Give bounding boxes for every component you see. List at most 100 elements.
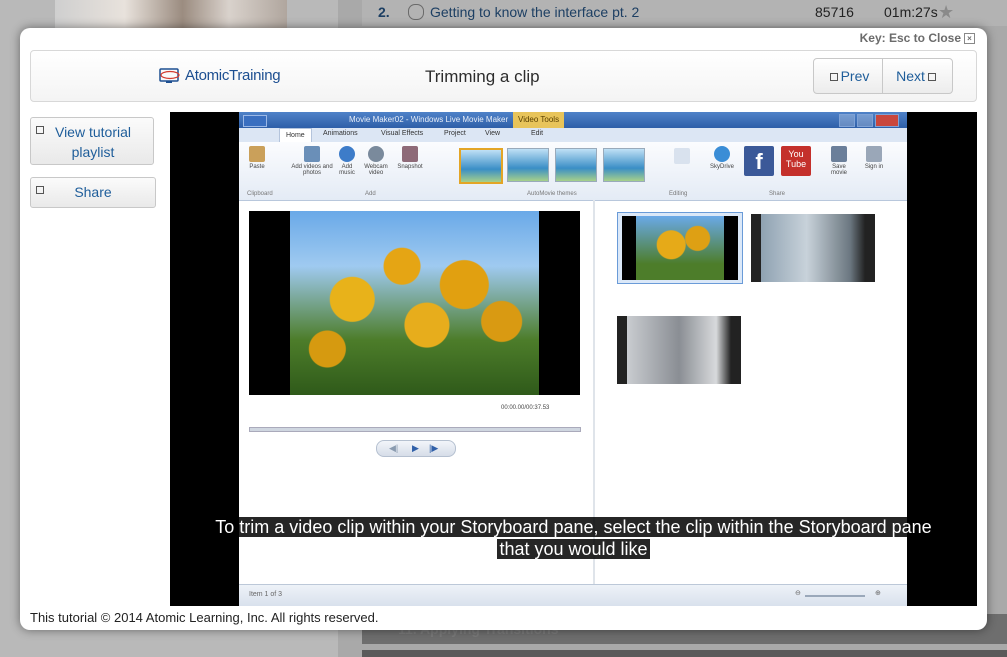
theme-1 [459,148,503,184]
mm-context-tab: Video Tools [513,112,565,128]
mm-tab-home: Home [279,128,312,143]
snapshot-icon [402,146,418,162]
mm-close-icon [875,114,899,127]
mm-add-music: Add music [335,146,359,176]
mm-tab-project: Project [444,130,466,137]
group-themes: AutoMovie themes [527,191,577,197]
preview-image [290,211,539,395]
mm-snapshot-label: Snapshot [397,164,423,170]
modal-header: AtomicTraining Trimming a clip Prev Next [30,50,977,102]
mm-tab-edit: Edit [531,130,544,137]
mm-webcam: Webcam video [361,146,391,176]
storyboard-clip-tulips [617,212,743,284]
mm-skydrive: SkyDrive [705,146,739,170]
playlist-icon [36,126,44,134]
next-label: Next [896,68,925,84]
share-icon [36,186,44,194]
row-title[interactable]: Getting to know the interface pt. 2 [430,4,639,20]
save-movie-icon [831,146,847,162]
mm-sign-in-label: Sign in [864,164,884,170]
mm-status-item: Item 1 of 3 [249,591,283,598]
add-videos-icon [304,146,320,162]
clip-birds-image [617,316,741,384]
mm-playback-controls: ◀| ▶ |▶ [376,440,456,457]
lesson-title: Trimming a clip [425,67,540,86]
mm-next-frame-icon: |▶ [429,443,439,453]
mm-snapshot: Snapshot [393,146,427,170]
sign-in-icon [866,146,882,162]
theme-2 [507,148,549,182]
skydrive-icon [714,146,730,162]
mm-youtube: You Tube [779,146,813,178]
video-player[interactable]: Movie Maker02 - Windows Live Movie Maker… [170,112,977,606]
mm-paste-label: Paste [249,164,265,170]
mm-save-movie-label: Save movie [830,164,847,176]
row-views: 85716 [815,4,854,20]
mm-status-bar: Item 1 of 3 ⊖ ⊕ [239,584,907,606]
group-share: Share [769,191,786,197]
mm-skydrive-label: SkyDrive [709,164,734,170]
tutorial-modal: Key: Esc to Close × AtomicTraining Trimmi… [20,28,987,630]
paste-icon [249,146,265,162]
group-clipboard: Clipboard [247,191,273,197]
mm-sign-in: Sign in [861,146,887,170]
storyboard-clip-birds [617,316,741,386]
background-photo [55,0,287,30]
mm-zoom-slider [805,595,865,597]
group-editing: Editing [669,191,688,197]
mm-paste: Paste [245,146,269,170]
mm-tab-animations: Animations [323,130,358,137]
share-button[interactable]: Share [30,177,156,208]
prev-label: Prev [840,68,870,84]
background-list-row[interactable]: 2. Getting to know the interface pt. 2 8… [362,0,1007,26]
mm-add-music-label: Add music [339,164,355,176]
mm-play-icon: ▶ [412,443,419,453]
view-playlist-button[interactable]: View tutorial playlist [30,117,154,165]
group-add: Add [365,191,376,197]
clip-seals-image [751,214,875,282]
mm-ribbon: Paste Add videos and photos Add music We… [239,142,907,201]
mm-zoom-in-icon: ⊕ [875,590,881,597]
atomic-training-logo: AtomicTraining [159,67,281,87]
youtube-icon: You Tube [781,146,811,176]
mm-seek-bar [249,427,581,432]
music-icon [339,146,355,162]
mm-save-movie: Save movie [825,146,853,176]
video-subtitle: To trim a video clip within your Storybo… [170,516,977,560]
mm-prev-frame-icon: ◀| [389,443,399,453]
copyright-notice: This tutorial © 2014 Atomic Learning, In… [30,610,379,625]
mm-ribbon-tabs: Home Animations Visual Effects Project V… [239,128,907,143]
prev-icon [829,73,838,82]
facebook-icon: f [744,146,774,176]
mm-titlebar: Movie Maker02 - Windows Live Movie Maker… [239,112,907,128]
playlist-label: View tutorial playlist [54,124,131,160]
theme-4 [603,148,645,182]
star-icon[interactable]: ★ [938,2,954,23]
mm-add-videos: Add videos and photos [291,146,333,176]
mm-tab-view: View [485,130,501,137]
row-number: 2. [378,4,390,20]
close-hint[interactable]: Key: Esc to Close × [860,31,975,45]
editing-icon [674,148,690,164]
next-icon [927,73,936,82]
mm-maximize-icon [857,114,873,127]
close-hint-label[interactable]: Key: Esc to Close [860,31,961,45]
subtitle-line-1: To trim a video clip within your Storybo… [213,517,934,537]
mm-zoom-out-icon: ⊖ [795,590,801,597]
mm-title-text: Movie Maker02 - Windows Live Movie Maker [349,115,509,124]
share-label: Share [74,184,112,200]
mm-time-readout: 00:00.00/00:37.53 [501,405,550,411]
mm-editing-tools [667,148,697,166]
row-duration: 01m:27s [884,4,938,20]
mm-preview-monitor [249,211,580,395]
next-button[interactable]: Next [883,59,952,93]
mm-tab-visual-effects: Visual Effects [381,130,424,137]
clip-tulips-frame [622,216,738,280]
prev-button[interactable]: Prev [814,59,883,93]
background-divider [362,650,1007,657]
play-icon[interactable] [408,4,424,20]
storyboard-clip-seals [751,214,875,284]
logo-text: AtomicTraining [185,67,281,84]
close-icon[interactable]: × [964,33,975,45]
mm-app-menu-icon [243,115,267,127]
